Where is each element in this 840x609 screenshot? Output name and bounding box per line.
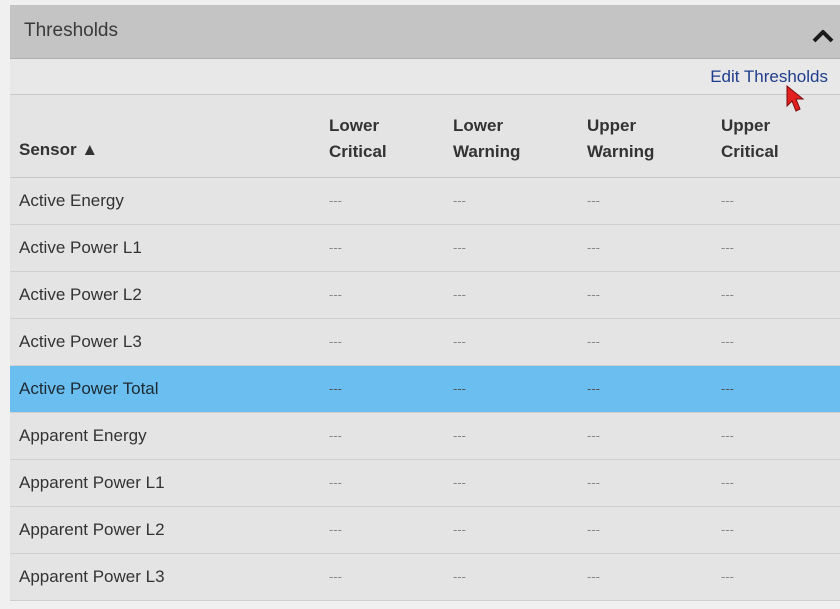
- table-row[interactable]: Apparent Power L1 --- --- --- ---: [10, 459, 840, 507]
- column-header-label: Warning: [587, 141, 655, 161]
- panel-toolbar: Edit Thresholds: [10, 59, 840, 95]
- table-header-row: Sensor ▲ Lower Critical Lower Warning Up…: [10, 95, 840, 178]
- threshold-value-cell: ---: [578, 506, 712, 554]
- threshold-value-cell: ---: [444, 553, 578, 601]
- column-header-label: Sensor ▲: [19, 139, 99, 159]
- table-row[interactable]: Apparent Energy --- --- --- ---: [10, 412, 840, 460]
- threshold-value-cell: ---: [712, 224, 840, 272]
- thresholds-table: Sensor ▲ Lower Critical Lower Warning Up…: [10, 95, 840, 601]
- sensor-name-cell: Active Power Total: [10, 365, 320, 413]
- column-header-label: Lower: [453, 115, 504, 135]
- thresholds-panel: Thresholds Edit Thresholds Sensor ▲ Lowe…: [0, 0, 840, 609]
- threshold-value-cell: ---: [578, 365, 712, 413]
- threshold-value-cell: ---: [320, 365, 444, 413]
- threshold-value-cell: ---: [320, 271, 444, 319]
- column-header-label: Warning: [453, 141, 521, 161]
- threshold-value-cell: ---: [320, 412, 444, 460]
- sensor-name-cell: Apparent Energy: [10, 412, 320, 460]
- threshold-value-cell: ---: [444, 459, 578, 507]
- threshold-value-cell: ---: [320, 177, 444, 225]
- table-row[interactable]: Active Energy --- --- --- ---: [10, 177, 840, 225]
- threshold-value-cell: ---: [712, 177, 840, 225]
- threshold-value-cell: ---: [320, 224, 444, 272]
- threshold-value-cell: ---: [444, 271, 578, 319]
- sensor-name-cell: Active Energy: [10, 177, 320, 225]
- column-header-label: Upper: [587, 115, 637, 135]
- threshold-value-cell: ---: [712, 365, 840, 413]
- edit-thresholds-link[interactable]: Edit Thresholds: [710, 67, 828, 87]
- sensor-name-cell: Active Power L3: [10, 318, 320, 366]
- threshold-value-cell: ---: [578, 224, 712, 272]
- threshold-value-cell: ---: [444, 506, 578, 554]
- table-row[interactable]: Active Power L1 --- --- --- ---: [10, 224, 840, 272]
- threshold-value-cell: ---: [578, 271, 712, 319]
- column-header-upper-critical: Upper Critical: [712, 95, 840, 178]
- panel-header: Thresholds: [10, 5, 840, 59]
- column-header-sensor[interactable]: Sensor ▲: [10, 95, 320, 178]
- sensor-name-cell: Active Power L1: [10, 224, 320, 272]
- column-header-label: Critical: [721, 141, 779, 161]
- column-header-lower-warning: Lower Warning: [444, 95, 578, 178]
- threshold-value-cell: ---: [320, 318, 444, 366]
- threshold-value-cell: ---: [712, 271, 840, 319]
- threshold-value-cell: ---: [444, 318, 578, 366]
- column-header-upper-warning: Upper Warning: [578, 95, 712, 178]
- sensor-name-cell: Active Power L2: [10, 271, 320, 319]
- threshold-value-cell: ---: [444, 412, 578, 460]
- column-header-lower-critical: Lower Critical: [320, 95, 444, 178]
- threshold-value-cell: ---: [320, 506, 444, 554]
- threshold-value-cell: ---: [578, 318, 712, 366]
- column-header-label: Critical: [329, 141, 387, 161]
- threshold-value-cell: ---: [578, 553, 712, 601]
- table-row[interactable]: Active Power L2 --- --- --- ---: [10, 271, 840, 319]
- panel-title: Thresholds: [24, 20, 118, 41]
- chevron-up-icon[interactable]: [812, 27, 834, 43]
- threshold-value-cell: ---: [320, 459, 444, 507]
- sensor-name-cell: Apparent Power L2: [10, 506, 320, 554]
- threshold-value-cell: ---: [578, 177, 712, 225]
- column-header-label: Upper: [721, 115, 771, 135]
- threshold-value-cell: ---: [712, 506, 840, 554]
- threshold-value-cell: ---: [320, 553, 444, 601]
- table-row[interactable]: Apparent Power L3 --- --- --- ---: [10, 553, 840, 601]
- threshold-value-cell: ---: [444, 365, 578, 413]
- threshold-value-cell: ---: [444, 177, 578, 225]
- threshold-value-cell: ---: [578, 412, 712, 460]
- threshold-value-cell: ---: [712, 318, 840, 366]
- threshold-value-cell: ---: [712, 459, 840, 507]
- table-row[interactable]: Apparent Power L2 --- --- --- ---: [10, 506, 840, 554]
- table-row[interactable]: Active Power L3 --- --- --- ---: [10, 318, 840, 366]
- sensor-name-cell: Apparent Power L1: [10, 459, 320, 507]
- threshold-value-cell: ---: [578, 459, 712, 507]
- column-header-label: Lower: [329, 115, 380, 135]
- table-row[interactable]: Active Power Total --- --- --- ---: [10, 365, 840, 413]
- sensor-name-cell: Apparent Power L3: [10, 553, 320, 601]
- threshold-value-cell: ---: [712, 412, 840, 460]
- threshold-value-cell: ---: [712, 553, 840, 601]
- threshold-value-cell: ---: [444, 224, 578, 272]
